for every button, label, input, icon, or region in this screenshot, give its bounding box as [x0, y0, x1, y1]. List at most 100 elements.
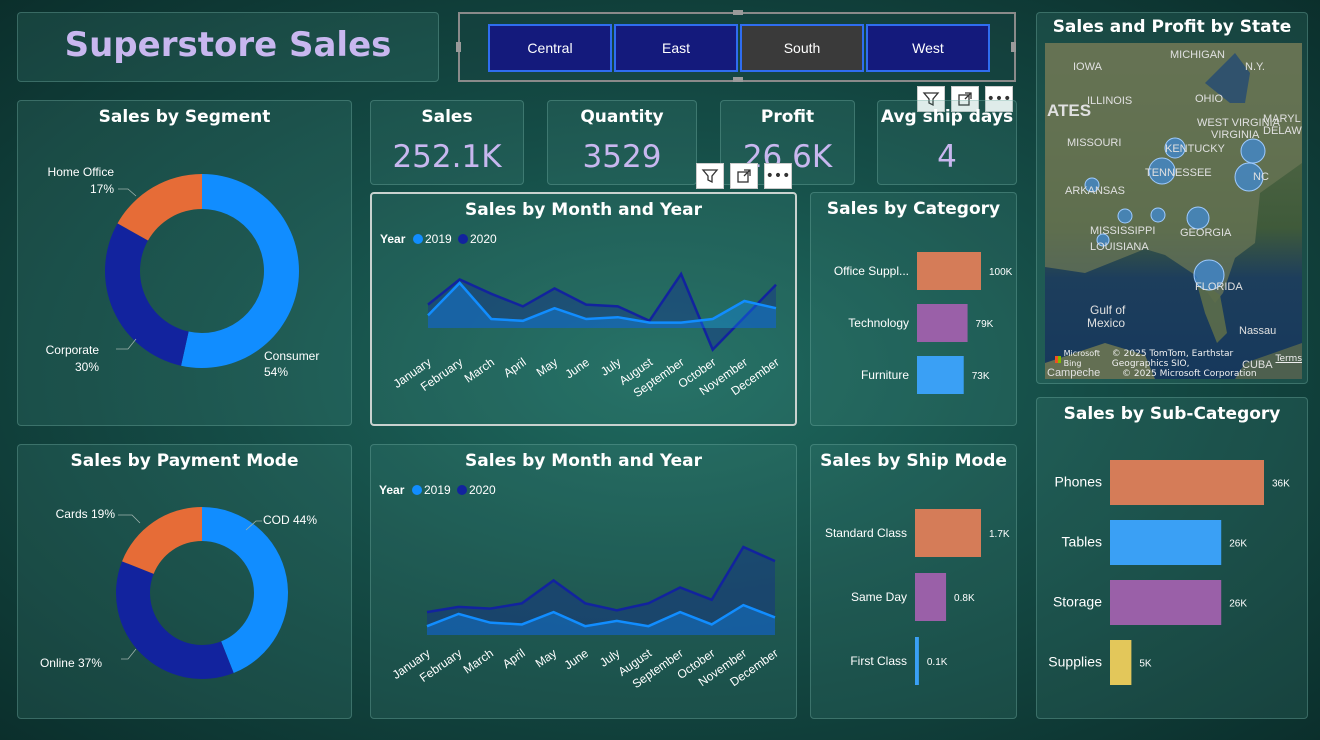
shipmode-data-label: 1.7K — [989, 529, 1010, 540]
subcategory-bar[interactable] — [1110, 460, 1264, 505]
windows-logo-icon — [1055, 355, 1061, 363]
slicer-west-button[interactable]: West — [866, 24, 990, 72]
map-place-label: Gulf of — [1090, 303, 1126, 317]
payment-data-label: Online 37% — [40, 656, 102, 670]
category-bar[interactable] — [917, 252, 981, 290]
slicer-central-button[interactable]: Central — [488, 24, 612, 72]
leader-line — [118, 188, 137, 197]
title-panel: Superstore Sales — [17, 12, 439, 82]
category-bar-chart[interactable]: Office Suppl... 100K Technology 79K Furnitur… — [811, 193, 1018, 427]
category-bar[interactable] — [917, 304, 968, 342]
segment-data-label: Consumer — [264, 349, 319, 363]
subcategory-bar[interactable] — [1110, 580, 1222, 625]
segment-data-label: 17% — [90, 182, 114, 196]
payment-data-label: Cards 19% — [56, 507, 116, 521]
category-bar[interactable] — [917, 356, 964, 394]
legend-title: Year — [380, 232, 406, 246]
map-place-label: GEORGIA — [1180, 227, 1232, 239]
category-category-label: Furniture — [861, 368, 909, 382]
subcategory-data-label: 5K — [1139, 659, 1152, 670]
category-category-label: Office Suppl... — [834, 264, 909, 278]
shipmode-category-label: Standard Class — [825, 526, 907, 540]
kpi-quantity-value: 3529 — [582, 139, 662, 175]
legend-label-2020[interactable]: 2020 — [470, 232, 497, 246]
legend-marker[interactable] — [458, 234, 468, 244]
map-place-label: OHIO — [1195, 93, 1224, 105]
more-options-icon[interactable]: ••• — [764, 163, 792, 189]
map-place-label: Mexico — [1087, 316, 1126, 330]
shipmode-data-label: 0.8K — [954, 593, 975, 604]
undefined-slice-1[interactable] — [115, 561, 234, 679]
resize-handle[interactable] — [733, 10, 743, 15]
map-place-label: MISSISSIPPI — [1090, 225, 1156, 237]
subcategory-category-label: Tables — [1062, 534, 1102, 550]
subcategory-category-label: Phones — [1055, 474, 1102, 490]
resize-handle[interactable] — [1011, 42, 1016, 52]
page-title: Superstore Sales — [64, 25, 392, 65]
region-slicer[interactable]: Central East South West — [456, 10, 1016, 82]
segment-data-label: 30% — [75, 360, 99, 374]
shipmode-bar[interactable] — [915, 637, 919, 685]
filter-icon[interactable] — [696, 163, 724, 189]
segment-data-label: Home Office — [48, 165, 115, 179]
x-axis-tick-label: June — [562, 646, 592, 673]
x-axis-tick-label: May — [533, 646, 560, 670]
leader-line — [121, 648, 137, 660]
x-axis-tick-label: April — [500, 646, 528, 671]
subcategory-bar-chart[interactable]: Phones 36K Tables 26K Storage 26K Supplies 5K — [1037, 398, 1309, 720]
kpi-quantity-card: Quantity 3529 — [547, 100, 697, 185]
segment-donut-chart[interactable]: Consumer 54% Corporate 30% Home Office 17% — [18, 101, 353, 427]
legend-marker[interactable] — [412, 485, 422, 495]
slicer-east-button[interactable]: East — [614, 24, 738, 72]
focus-mode-icon[interactable] — [730, 163, 758, 189]
subcategory-bar[interactable] — [1110, 520, 1222, 565]
kpi-ship-days-card: Avg ship days 4 — [877, 100, 1017, 185]
shipmode-category-label: First Class — [850, 654, 907, 668]
map-place-label: ARKANSAS — [1065, 185, 1125, 197]
resize-handle[interactable] — [456, 42, 461, 52]
payment-data-label: COD 44% — [263, 513, 317, 527]
category-data-label: 100K — [989, 267, 1013, 278]
legend-label-2019[interactable]: 2019 — [425, 232, 452, 246]
segment-data-label: Corporate — [46, 343, 100, 357]
category-panel: Sales by Category Office Suppl... 100K Tec… — [810, 192, 1017, 426]
subcategory-bar[interactable] — [1110, 640, 1132, 685]
legend-marker[interactable] — [413, 234, 423, 244]
map-place-label: MARYL — [1263, 113, 1301, 125]
shipmode-bar[interactable] — [915, 573, 947, 621]
kpi-ship-days-title: Avg ship days — [880, 107, 1014, 127]
map-place-label: MISSOURI — [1067, 137, 1122, 149]
map-place-label: NC — [1253, 171, 1269, 183]
category-category-label: Technology — [848, 316, 909, 330]
slicer-south-button[interactable]: South — [740, 24, 864, 72]
payment-panel: Sales by Payment Mode COD 44% Online 37% C… — [17, 444, 352, 719]
category-data-label: 79K — [976, 319, 994, 330]
map-place-label: MICHIGAN — [1170, 49, 1225, 61]
month-chart-1-panel[interactable]: Sales by Month and Year Year 2019 2020 Janu… — [370, 192, 797, 426]
map-place-label: VIRGINIA — [1211, 129, 1260, 141]
shipmode-bar-chart[interactable]: Standard Class 1.7K Same Day 0.8K First Clas… — [811, 445, 1018, 720]
leader-line — [118, 514, 141, 524]
map-place-label: Nassau — [1239, 325, 1277, 337]
kpi-sales-card: Sales 252.1K — [370, 100, 524, 185]
map-place-label: IOWA — [1073, 61, 1102, 73]
legend-label-2020[interactable]: 2020 — [469, 483, 496, 497]
kpi-quantity-title: Quantity — [580, 107, 664, 127]
x-axis-tick-label: March — [462, 355, 497, 386]
undefined-slice-1[interactable] — [104, 223, 189, 366]
legend-marker[interactable] — [457, 485, 467, 495]
map-place-label: N.Y. — [1245, 61, 1265, 73]
leader-line — [116, 338, 137, 350]
shipmode-data-label: 0.1K — [927, 657, 948, 668]
legend-label-2019[interactable]: 2019 — [424, 483, 451, 497]
month-chart-2-panel: Sales by Month and Year Year 2019 2020 Janu… — [370, 444, 797, 719]
payment-donut-chart[interactable]: COD 44% Online 37% Cards 19% — [18, 445, 353, 720]
month-area-chart-2[interactable]: Year 2019 2020JanuaryFebruaryMarch April May… — [371, 445, 798, 720]
map-place-label: FLORIDA — [1195, 281, 1243, 293]
map-place-label: ILLINOIS — [1087, 95, 1133, 107]
month-area-chart-1[interactable]: Year 2019 2020JanuaryFebruaryMarch April May… — [372, 194, 797, 426]
subcategory-category-label: Storage — [1053, 594, 1102, 610]
resize-handle[interactable] — [733, 77, 743, 82]
shipmode-bar[interactable] — [915, 509, 981, 557]
map-view[interactable]: IOWA MICHIGAN N.Y. ILLINOIS OHIO ATES MISSOURI… — [1045, 43, 1302, 379]
